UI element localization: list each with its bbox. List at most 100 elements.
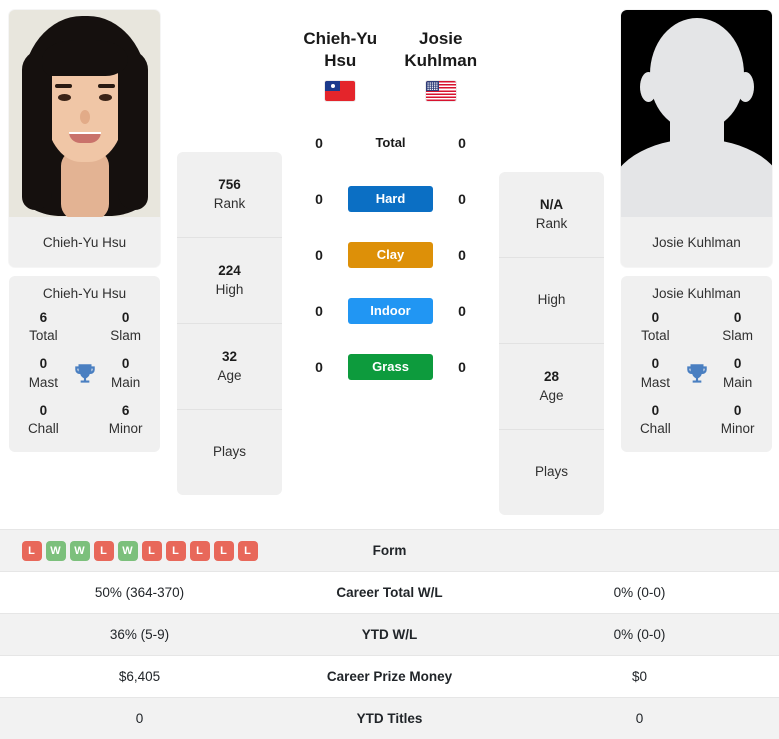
form-result-badge[interactable]: W bbox=[70, 541, 90, 561]
stat-label: Rank bbox=[214, 195, 246, 214]
left-player-photo-caption: Chieh-Yu Hsu bbox=[9, 217, 160, 267]
stat-value: 28 bbox=[544, 368, 559, 387]
left-stat-value: 36% (5-9) bbox=[0, 614, 279, 656]
surface-badge-indoor[interactable]: Indoor bbox=[348, 298, 433, 324]
left-player-photo bbox=[9, 10, 160, 217]
taiwan-flag-icon bbox=[325, 81, 355, 101]
surface-badge-total: Total bbox=[348, 130, 433, 156]
left-titles-player-name: Chieh-Yu Hsu bbox=[9, 286, 160, 309]
comparison-stats-table: LWWLWLLLLL Form 50% (364-370) Career Tot… bbox=[0, 529, 779, 739]
stat-label: Age bbox=[217, 367, 241, 386]
titles-row: 0 Mast 0 Main bbox=[9, 355, 160, 391]
left-surface-count: 0 bbox=[290, 247, 348, 263]
row-label: Career Prize Money bbox=[279, 656, 500, 698]
titles-label: Chall bbox=[19, 420, 68, 438]
left-stat-age: 32 Age bbox=[177, 324, 282, 410]
right-stat-high: High bbox=[499, 258, 604, 344]
surface-badge-clay[interactable]: Clay bbox=[348, 242, 433, 268]
titles-row: 0 Mast 0 Main bbox=[621, 355, 772, 391]
titles-value: 0 bbox=[713, 355, 762, 373]
titles-label: Total bbox=[631, 327, 680, 345]
form-result-badge[interactable]: L bbox=[142, 541, 162, 561]
row-label: Career Total W/L bbox=[279, 572, 500, 614]
table-row: 36% (5-9) YTD W/L 0% (0-0) bbox=[0, 614, 779, 656]
surface-row-grass: 0 Grass 0 bbox=[290, 339, 491, 395]
titles-value: 0 bbox=[713, 309, 762, 327]
left-player-photo-column: Chieh-Yu Hsu Chieh-Yu Hsu 6 Total 0 Slam bbox=[0, 10, 169, 515]
right-player-name-line1: Josie bbox=[395, 28, 488, 50]
left-player-stats-column: 756 Rank 224 High 32 Age Plays bbox=[169, 10, 290, 515]
right-stat-age: 28 Age bbox=[499, 344, 604, 430]
left-stat-value: 50% (364-370) bbox=[0, 572, 279, 614]
titles-row: 0 Total 0 Slam bbox=[621, 309, 772, 345]
form-result-badge[interactable]: L bbox=[238, 541, 258, 561]
titles-value: 0 bbox=[631, 309, 680, 327]
surface-row-clay: 0 Clay 0 bbox=[290, 227, 491, 283]
titles-row: 6 Total 0 Slam bbox=[9, 309, 160, 345]
surface-comparison-column: Chieh-Yu Hsu Josie Kuhlman 0 Total 0 bbox=[290, 10, 491, 515]
titles-value: 0 bbox=[101, 355, 150, 373]
right-player-name-block: Josie Kuhlman bbox=[391, 28, 492, 101]
trophy-icon bbox=[680, 361, 714, 387]
titles-label: Minor bbox=[101, 420, 150, 438]
right-surface-count: 0 bbox=[433, 191, 491, 207]
form-result-badge[interactable]: L bbox=[22, 541, 42, 561]
player-silhouette-placeholder-image bbox=[621, 10, 772, 217]
titles-label: Chall bbox=[631, 420, 680, 438]
right-stat-rank: N/A Rank bbox=[499, 172, 604, 258]
right-surface-count: 0 bbox=[433, 135, 491, 151]
titles-label: Slam bbox=[101, 327, 150, 345]
right-player-titles-card: Josie Kuhlman 0 Total 0 Slam 0 bbox=[621, 276, 772, 452]
stat-label: Plays bbox=[213, 443, 246, 462]
surface-badge-hard[interactable]: Hard bbox=[348, 186, 433, 212]
right-surface-count: 0 bbox=[433, 247, 491, 263]
form-result-badge[interactable]: L bbox=[94, 541, 114, 561]
right-stat-value: $0 bbox=[500, 656, 779, 698]
form-result-badge[interactable]: W bbox=[118, 541, 138, 561]
right-player-name-line2: Kuhlman bbox=[395, 50, 488, 72]
titles-value: 6 bbox=[19, 309, 68, 327]
right-form-cell bbox=[500, 530, 779, 572]
titles-row: 0 Chall 0 Minor bbox=[621, 402, 772, 438]
form-result-badge[interactable]: L bbox=[166, 541, 186, 561]
right-player-photo-caption: Josie Kuhlman bbox=[621, 217, 772, 267]
right-surface-count: 0 bbox=[433, 303, 491, 319]
left-player-name-block: Chieh-Yu Hsu bbox=[290, 28, 391, 101]
right-player-photo bbox=[621, 10, 772, 217]
stat-label: Age bbox=[539, 387, 563, 406]
player-comparison-header: Chieh-Yu Hsu Chieh-Yu Hsu 6 Total 0 Slam bbox=[0, 0, 779, 515]
surface-badge-grass[interactable]: Grass bbox=[348, 354, 433, 380]
form-result-badge[interactable]: L bbox=[190, 541, 210, 561]
titles-label: Main bbox=[713, 374, 762, 392]
titles-value: 0 bbox=[101, 309, 150, 327]
titles-value: 0 bbox=[631, 402, 680, 420]
stat-label: Rank bbox=[536, 215, 568, 234]
right-player-photo-card[interactable]: Josie Kuhlman bbox=[621, 10, 772, 267]
table-row-form: LWWLWLLLLL Form bbox=[0, 530, 779, 572]
left-form-cell: LWWLWLLLLL bbox=[0, 530, 279, 572]
table-row: $6,405 Career Prize Money $0 bbox=[0, 656, 779, 698]
player-portrait-image bbox=[9, 10, 160, 217]
row-label-form: Form bbox=[279, 530, 500, 572]
titles-label: Total bbox=[19, 327, 68, 345]
stat-label: High bbox=[216, 281, 244, 300]
left-form-badges: LWWLWLLLLL bbox=[0, 541, 279, 561]
titles-label: Minor bbox=[713, 420, 762, 438]
surface-row-indoor: 0 Indoor 0 bbox=[290, 283, 491, 339]
left-stat-plays: Plays bbox=[177, 410, 282, 495]
left-stat-rank: 756 Rank bbox=[177, 152, 282, 238]
table-row: 0 YTD Titles 0 bbox=[0, 698, 779, 739]
titles-value: 6 bbox=[101, 402, 150, 420]
titles-row: 0 Chall 6 Minor bbox=[9, 402, 160, 438]
left-stat-value: $6,405 bbox=[0, 656, 279, 698]
stat-value: 224 bbox=[218, 262, 241, 281]
left-player-photo-card[interactable]: Chieh-Yu Hsu bbox=[9, 10, 160, 267]
stat-value: N/A bbox=[540, 196, 563, 215]
left-player-titles-card: Chieh-Yu Hsu 6 Total 0 Slam 0 bbox=[9, 276, 160, 452]
form-result-badge[interactable]: W bbox=[46, 541, 66, 561]
form-result-badge[interactable]: L bbox=[214, 541, 234, 561]
stat-label: High bbox=[538, 291, 566, 310]
left-surface-count: 0 bbox=[290, 135, 348, 151]
titles-value: 0 bbox=[19, 402, 68, 420]
titles-value: 0 bbox=[19, 355, 68, 373]
